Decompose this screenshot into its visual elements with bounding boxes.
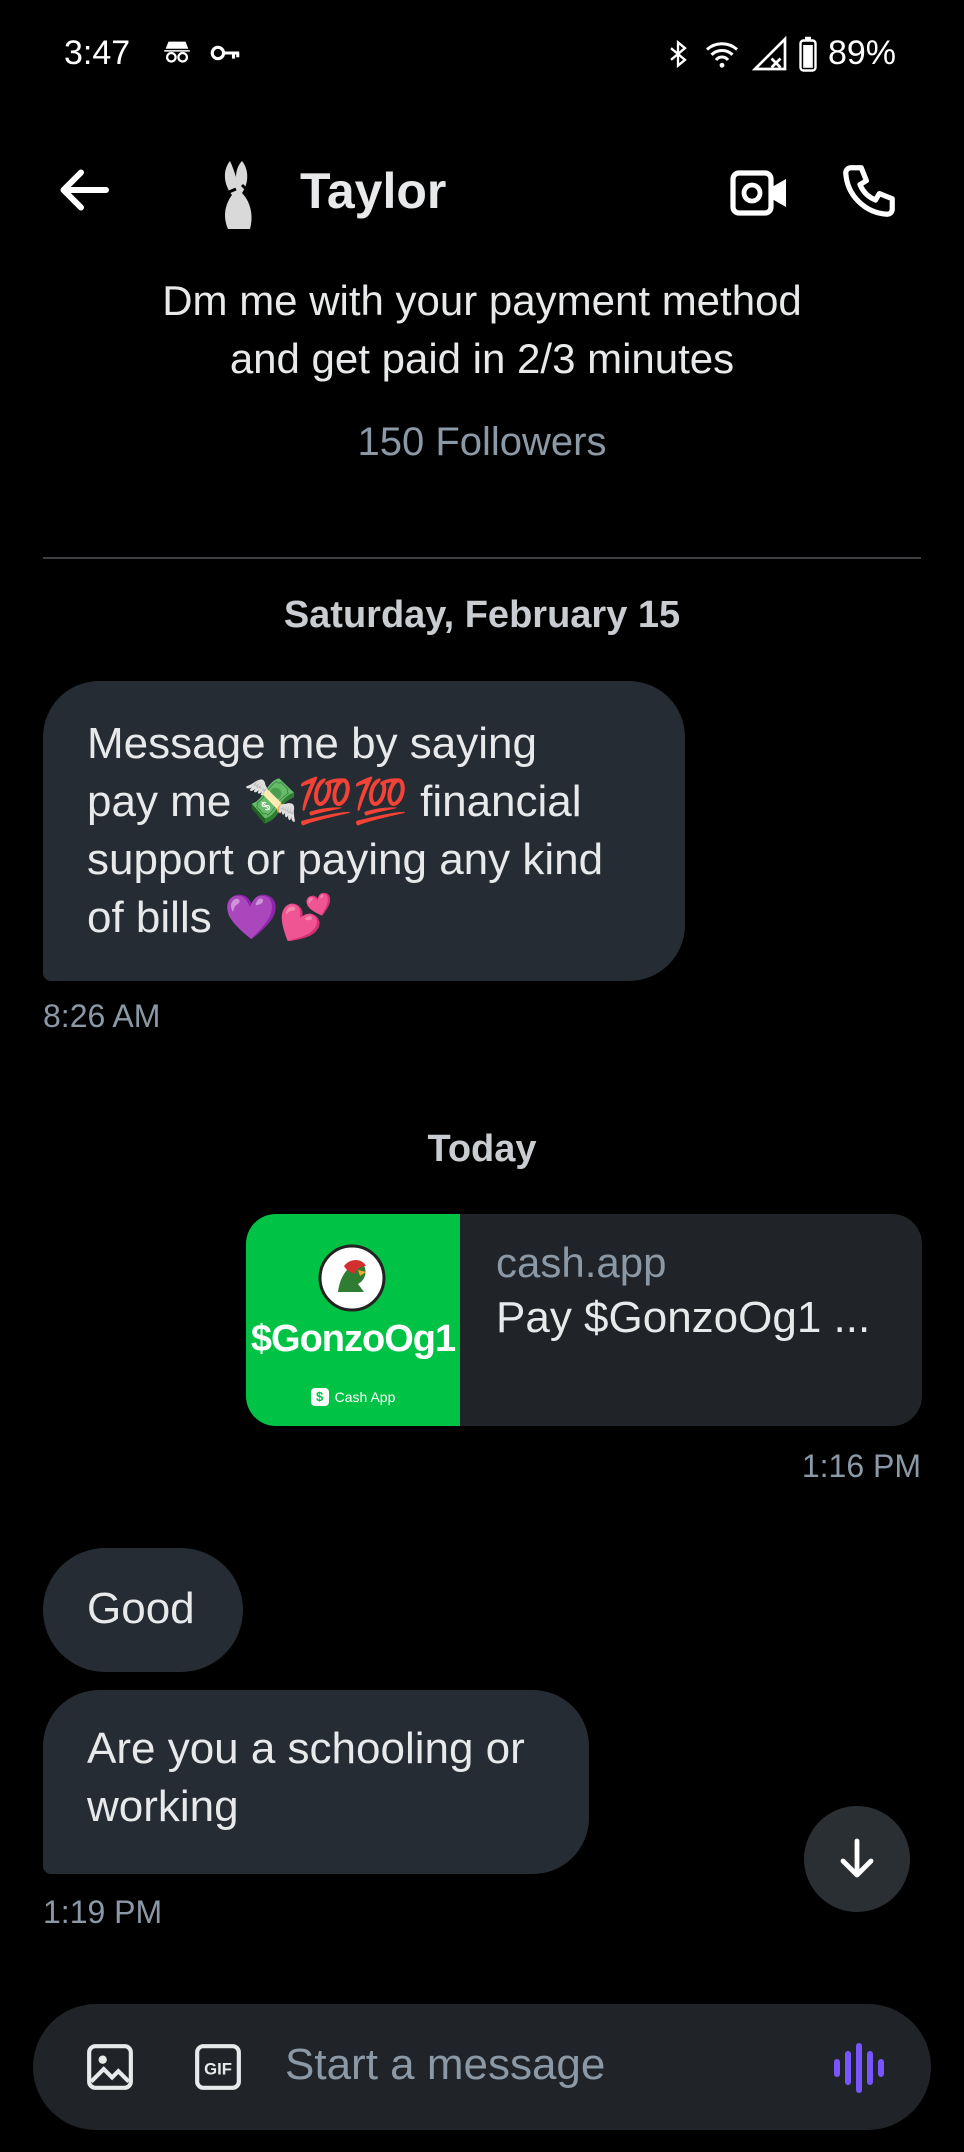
cashapp-logo-icon: $ bbox=[310, 1388, 329, 1406]
battery-percent: 89% bbox=[827, 34, 896, 72]
spy-icon bbox=[164, 41, 190, 63]
phone-call-icon[interactable] bbox=[838, 160, 900, 222]
voice-message-icon[interactable] bbox=[831, 2040, 887, 2096]
message-bubble[interactable]: Are you a schooling or working bbox=[43, 1690, 589, 1874]
message-text: Good bbox=[87, 1584, 195, 1633]
avatar[interactable] bbox=[200, 155, 270, 235]
link-preview-thumbnail: $GonzoOg1 $ Cash App bbox=[246, 1214, 460, 1426]
message-text-line: of bills 💜💕 bbox=[87, 893, 334, 942]
link-domain: cash.app bbox=[496, 1239, 667, 1286]
back-arrow-icon[interactable] bbox=[56, 160, 116, 220]
message-input[interactable]: Start a message bbox=[285, 2040, 605, 2090]
parrot-avatar-icon bbox=[318, 1244, 386, 1312]
message-text-line: Message me by saying bbox=[87, 719, 537, 768]
date-separator: Today bbox=[427, 1128, 537, 1170]
message-text-line: Are you a schooling or bbox=[87, 1724, 525, 1773]
arrow-down-icon bbox=[840, 1838, 874, 1878]
message-timestamp: 1:19 PM bbox=[43, 1894, 163, 1930]
link-preview-card[interactable]: $GonzoOg1 $ Cash App cash.app Pay $Gonzo… bbox=[246, 1214, 922, 1426]
wifi-icon bbox=[705, 41, 738, 68]
profile-bio: Dm me with your payment method and get p… bbox=[0, 272, 964, 388]
scroll-to-bottom-button[interactable] bbox=[804, 1806, 910, 1912]
message-bubble[interactable]: Message me by saying pay me 💸💯💯 financia… bbox=[43, 681, 685, 981]
gif-icon[interactable]: GIF bbox=[193, 2042, 243, 2092]
status-icons-left bbox=[160, 36, 242, 70]
cashapp-brand-label: Cash App bbox=[334, 1389, 396, 1405]
message-timestamp: 8:26 AM bbox=[43, 998, 161, 1034]
cashapp-handle: $GonzoOg1 bbox=[250, 1318, 456, 1360]
message-timestamp: 1:16 PM bbox=[801, 1448, 921, 1484]
svg-text:GIF: GIF bbox=[204, 2059, 232, 2078]
status-time: 3:47 bbox=[64, 34, 131, 72]
key-icon bbox=[210, 45, 240, 61]
followers-count[interactable]: 150 Followers bbox=[0, 420, 964, 465]
profile-bio-line: and get paid in 2/3 minutes bbox=[229, 335, 735, 382]
signal-icon bbox=[751, 35, 787, 70]
message-text-line: working bbox=[87, 1782, 239, 1831]
message-text-line: pay me 💸💯💯 financial bbox=[87, 777, 582, 826]
video-call-icon[interactable] bbox=[730, 166, 790, 220]
battery-icon bbox=[799, 36, 817, 72]
link-title: Pay $GonzoOg1 ... bbox=[496, 1293, 871, 1342]
message-text-line: support or paying any kind bbox=[87, 835, 604, 884]
image-icon[interactable] bbox=[85, 2042, 135, 2092]
status-icons-right: 89% bbox=[664, 34, 896, 73]
date-separator: Saturday, February 15 bbox=[283, 594, 681, 636]
message-bubble[interactable]: Good bbox=[43, 1548, 243, 1672]
profile-bio-line: Dm me with your payment method bbox=[162, 277, 802, 324]
bluetooth-icon bbox=[670, 39, 687, 68]
message-composer[interactable]: GIF Start a message bbox=[33, 2004, 931, 2130]
divider bbox=[43, 557, 921, 559]
cashapp-brand: $ Cash App bbox=[246, 1388, 460, 1406]
contact-name[interactable]: Taylor bbox=[300, 162, 446, 220]
